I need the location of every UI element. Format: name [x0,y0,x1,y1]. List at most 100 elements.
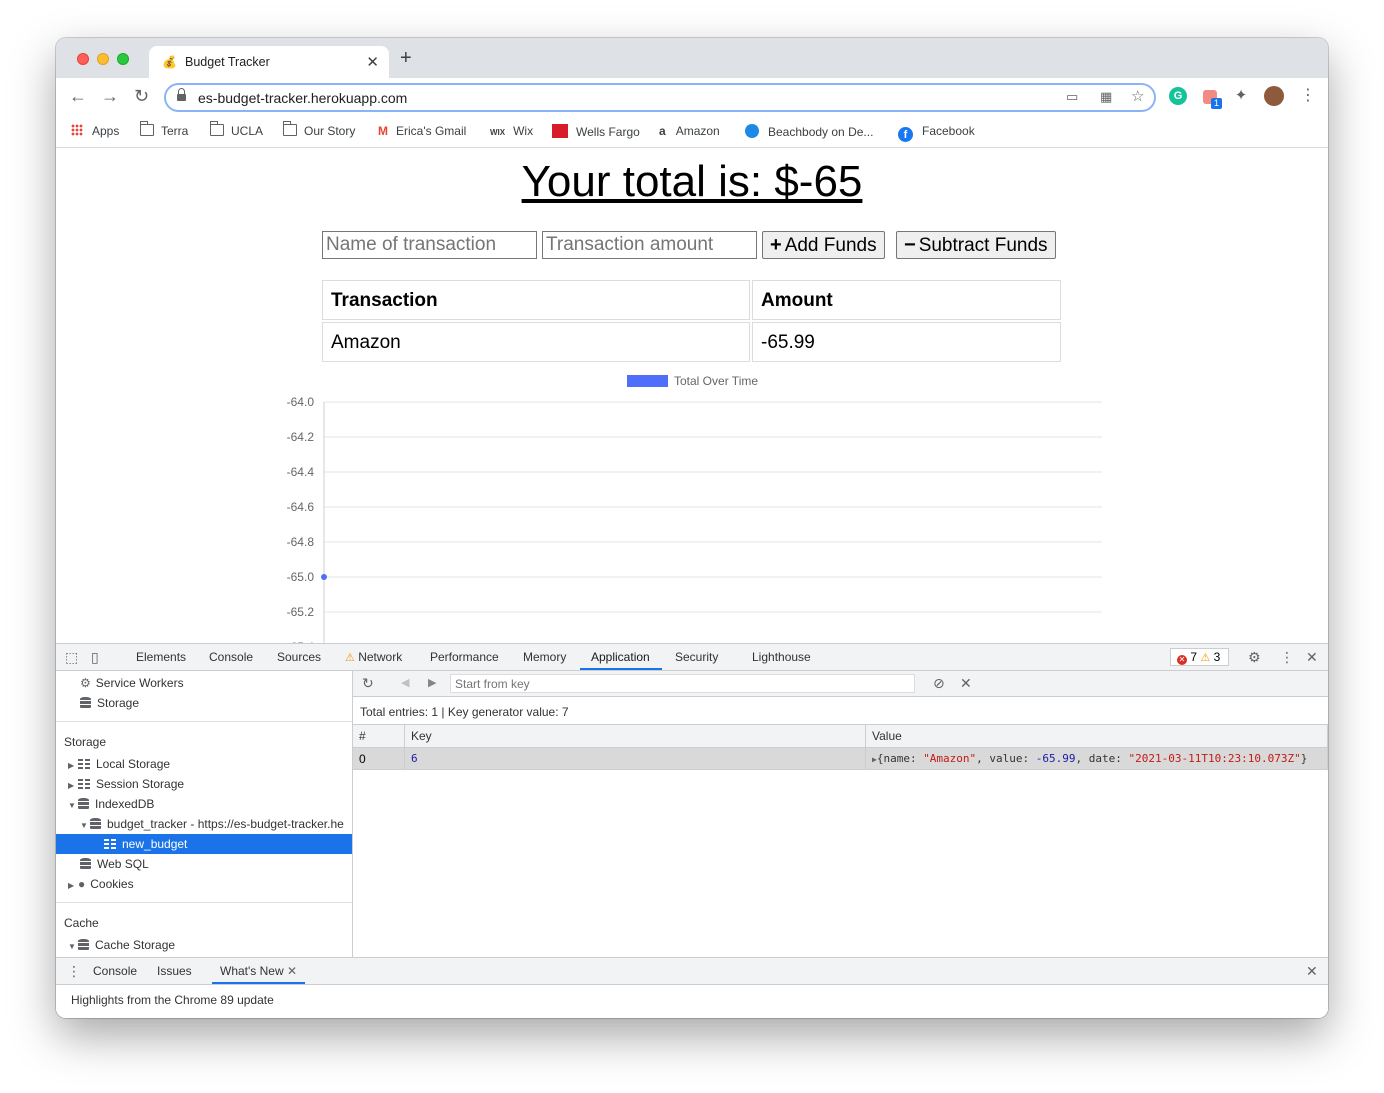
drawer-tab-issues[interactable]: Issues [157,964,192,978]
drawer-menu-icon[interactable]: ⋮ [67,963,81,980]
expand-arrow-icon[interactable]: ▶ [68,876,78,896]
sidebar-item-web-sql[interactable]: Web SQL [80,854,149,874]
tab-memory[interactable]: Memory [523,650,566,664]
bookmark-beachbody[interactable]: Beachbody on De... [745,124,873,139]
expand-arrow-icon[interactable]: ▶ [68,756,78,776]
refresh-icon[interactable]: ↻ [362,675,374,692]
apps-grid-icon [71,124,83,136]
sidebar-item-local-storage[interactable]: ▶ Local Storage [68,754,170,774]
y-tick-label: -64.2 [287,430,315,444]
bookmark-facebook[interactable]: f Facebook [898,124,975,142]
close-tab-icon[interactable]: ✕ [287,964,297,978]
tab-security[interactable]: Security [675,650,718,664]
puzzle-extensions-icon[interactable]: ✦ [1232,87,1250,105]
extension-badge: 1 [1211,98,1223,109]
more-options-icon[interactable]: ⋮ [1280,649,1294,666]
new-tab-button[interactable]: + [400,48,412,68]
y-tick-label: -64.4 [287,465,315,479]
issues-counter[interactable]: ✕ 7 ⚠ 3 [1170,648,1229,666]
add-funds-button[interactable]: + Add Funds [762,231,885,259]
cast-icon[interactable]: ▭ [1066,89,1078,105]
money-bag-icon: 💰 [162,55,177,69]
bookmark-our-story[interactable]: Our Story [282,121,355,138]
back-arrow-icon[interactable]: ← [69,86,87,106]
browser-menu-icon[interactable]: ⋮ [1300,86,1316,106]
previous-page-icon[interactable]: ◀ [401,676,409,689]
table-grid-icon [78,759,90,769]
avatar[interactable] [1264,86,1284,106]
inspect-element-icon[interactable]: ⬚ [65,649,78,666]
sidebar-item-idb-database[interactable]: ▼ budget_tracker - https://es-budget-trac… [80,814,344,834]
active-drawer-tab-indicator [212,982,305,984]
column-header-index[interactable]: # [353,725,405,747]
forward-arrow-icon[interactable]: → [101,86,119,106]
data-grid-header: # Key Value [353,725,1328,748]
table-header-transaction: Transaction [322,280,750,320]
drawer-tab-console[interactable]: Console [93,964,137,978]
bookmark-amazon[interactable]: a Amazon [659,124,720,138]
data-point [321,574,327,580]
tab-elements[interactable]: Elements [136,650,186,664]
row-value[interactable]: ▶{name: "Amazon", value: -65.99, date: "… [866,748,1328,769]
start-from-key-input[interactable] [450,674,915,693]
browser-tab[interactable]: 💰 Budget Tracker ✕ [149,46,389,78]
maximize-window-button[interactable] [117,53,129,65]
error-icon: ✕ [1177,655,1187,665]
chart-legend[interactable]: Total Over Time [627,374,758,388]
column-header-key[interactable]: Key [405,725,866,747]
reload-icon[interactable]: ↻ [134,86,149,106]
bookmark-wix[interactable]: WIX Wix [490,124,533,138]
bookmark-terra[interactable]: Terra [139,121,188,138]
devtools-tab-bar: ⬚ ▯ Elements Console Sources ⚠ Network P… [56,644,1328,671]
qr-code-icon[interactable]: ▦ [1100,89,1112,105]
close-devtools-icon[interactable]: ✕ [1306,649,1318,666]
column-header-value[interactable]: Value [866,725,1328,747]
tab-title: Budget Tracker [185,55,270,69]
bookmark-wells-fargo[interactable]: Wells Fargo [552,124,640,139]
transaction-amount-input[interactable] [542,231,757,259]
drawer-tab-whats-new[interactable]: What's New ✕ [220,964,297,978]
minimize-window-button[interactable] [97,53,109,65]
device-toggle-icon[interactable]: ▯ [91,649,99,666]
tab-console[interactable]: Console [209,650,253,664]
bookmark-ericas-gmail[interactable]: M Erica's Gmail [378,124,466,138]
sidebar-item-storage-overview[interactable]: Storage [80,693,139,713]
next-page-icon[interactable]: ▶ [428,676,436,689]
close-tab-icon[interactable]: ✕ [366,53,379,71]
warning-icon: ⚠ [345,652,355,664]
sidebar-item-new-budget[interactable]: new_budget [104,834,187,854]
collapse-arrow-icon[interactable]: ▼ [68,796,78,816]
tab-network[interactable]: ⚠ Network [345,650,402,664]
y-tick-label: -65.0 [287,570,315,584]
bookmark-apps[interactable]: Apps [71,124,119,138]
clear-object-store-icon[interactable]: ⊘ [933,675,945,692]
address-bar[interactable]: es-budget-tracker.herokuapp.com ▭ ▦ ☆ [164,83,1156,112]
sidebar-item-service-workers[interactable]: ⚙ Service Workers [80,673,184,693]
row-key: 6 [405,748,866,769]
tab-performance[interactable]: Performance [430,650,499,664]
selected-row-highlight [56,834,352,854]
close-window-button[interactable] [77,53,89,65]
table-row[interactable]: 0 6 ▶{name: "Amazon", value: -65.99, dat… [353,748,1328,770]
transaction-name-input[interactable] [322,231,537,259]
bookmark-ucla[interactable]: UCLA [209,121,263,138]
grammarly-icon[interactable]: G [1169,87,1187,105]
sidebar-item-cookies[interactable]: ▶ ● Cookies [68,874,134,894]
tab-lighthouse[interactable]: Lighthouse [752,650,811,664]
tab-application[interactable]: Application [591,650,650,664]
bookmarks-bar: Apps Terra UCLA Our Story M Erica's Gmail… [56,116,1328,148]
warning-icon: ⚠ [1200,652,1211,664]
sidebar-item-cache-storage[interactable]: ▼ Cache Storage [68,935,175,955]
tab-sources[interactable]: Sources [277,650,321,664]
expand-arrow-icon[interactable]: ▶ [68,776,78,796]
collapse-arrow-icon[interactable]: ▼ [80,816,90,836]
url-text[interactable]: es-budget-tracker.herokuapp.com [198,90,407,106]
sidebar-item-session-storage[interactable]: ▶ Session Storage [68,774,184,794]
subtract-funds-button[interactable]: − Subtract Funds [896,231,1056,259]
bookmark-star-icon[interactable]: ☆ [1131,87,1144,105]
settings-gear-icon[interactable]: ⚙ [1248,649,1261,666]
delete-selected-icon[interactable]: ✕ [960,675,972,692]
close-drawer-icon[interactable]: ✕ [1306,963,1318,980]
collapse-arrow-icon[interactable]: ▼ [68,937,78,957]
sidebar-item-indexeddb[interactable]: ▼ IndexedDB [68,794,154,814]
